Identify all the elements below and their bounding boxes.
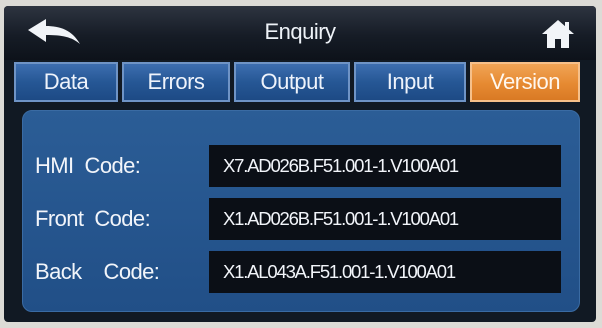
tab-version[interactable]: Version [470, 62, 580, 102]
version-panel: HMI Code: X7.AD026B.F51.001-1.V100A01 Fr… [22, 110, 580, 312]
front-code-value: X1.AD026B.F51.001-1.V100A01 [209, 198, 561, 240]
front-code-row: Front Code: X1.AD026B.F51.001-1.V100A01 [23, 198, 581, 240]
hmi-code-label: HMI Code: [35, 153, 141, 178]
hmi-code-value: X7.AD026B.F51.001-1.V100A01 [209, 145, 561, 187]
title-bar: Enquiry [4, 6, 596, 60]
tab-input[interactable]: Input [354, 62, 466, 102]
back-button[interactable] [20, 14, 88, 52]
back-code-value: X1.AL043A.F51.001-1.V100A01 [209, 251, 561, 293]
front-code-label: Front Code: [35, 206, 151, 231]
tab-data[interactable]: Data [14, 62, 118, 102]
tab-bar: Data Errors Output Input Version [14, 62, 592, 102]
tab-errors[interactable]: Errors [122, 62, 230, 102]
hmi-code-row: HMI Code: X7.AD026B.F51.001-1.V100A01 [23, 145, 581, 187]
back-code-row: Back Code: X1.AL043A.F51.001-1.V100A01 [23, 251, 581, 293]
home-icon [542, 20, 574, 48]
page-title: Enquiry [264, 19, 336, 44]
back-arrow-icon [28, 19, 80, 44]
device-bezel: Enquiry Data Errors Output Input Version… [0, 0, 602, 328]
home-button[interactable] [538, 16, 578, 52]
tab-output[interactable]: Output [234, 62, 350, 102]
back-code-label: Back Code: [35, 259, 160, 284]
hmi-screen: Enquiry Data Errors Output Input Version… [4, 6, 596, 322]
